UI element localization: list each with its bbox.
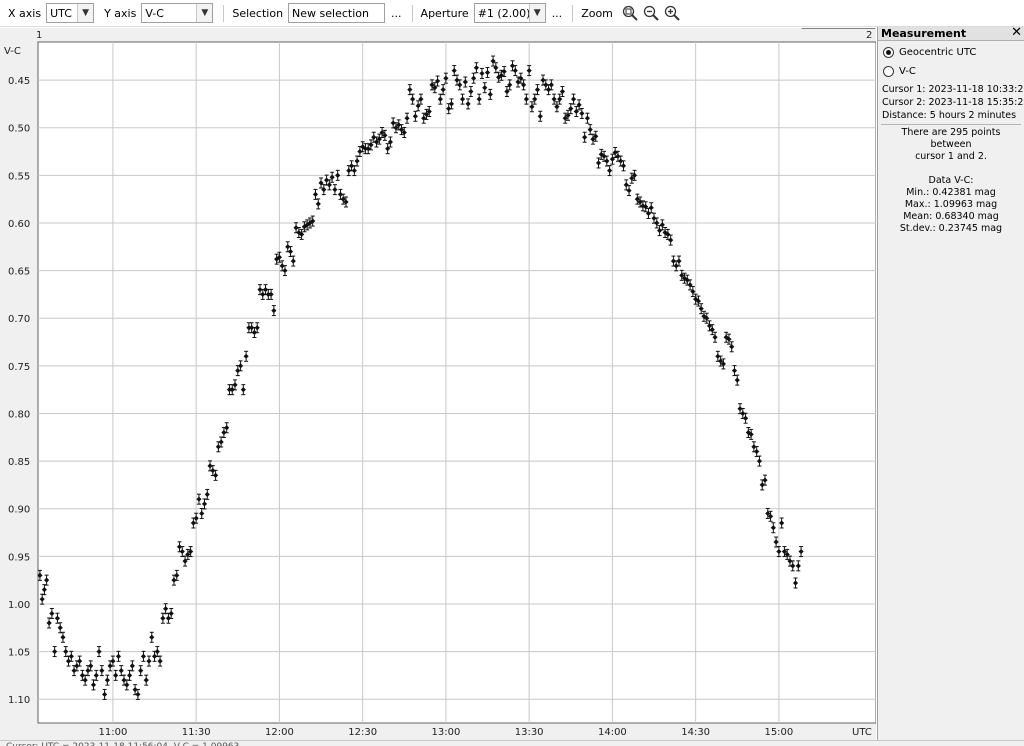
aperture-value: #1 (2.00) — [477, 7, 529, 20]
y-tick-label: 1.05 — [8, 648, 30, 659]
stat-mean: Mean: 0.68340 mag — [903, 211, 999, 222]
y-tick-label: 1.00 — [8, 600, 30, 611]
x-tick-label: 14:30 — [681, 727, 710, 738]
y-tick-label: 0.45 — [8, 76, 30, 87]
points-count-line-2: cursor 1 and 2. — [915, 151, 987, 162]
cursor-1-marker[interactable]: 1 — [36, 30, 42, 41]
y-tick-label: 0.70 — [8, 314, 30, 325]
selection-more-button[interactable]: ... — [391, 7, 402, 20]
radio-vc[interactable]: V-C — [878, 64, 1024, 79]
x-tick-label: 13:00 — [431, 727, 460, 738]
selection-field[interactable]: New selection — [288, 3, 386, 23]
x-tick-label: 14:00 — [598, 727, 627, 738]
toolbar: X axis UTC ▼ Y axis V-C ▼ Selection New … — [0, 0, 1024, 27]
light-curve-plot-area[interactable]: 0.45 0.50 0.55 0.60 0.65 0.70 0.75 0.80 0.85 0.90… — [0, 28, 876, 740]
y-axis-value: V-C — [145, 7, 164, 20]
y-tick-label: 0.65 — [8, 267, 30, 278]
zoom-out-icon[interactable] — [642, 4, 660, 22]
x-tick-label: 12:30 — [348, 727, 377, 738]
points-count-line-1: There are 295 points between — [901, 127, 1001, 150]
y-tick-label: 0.60 — [8, 219, 30, 230]
radio-vc-label: V-C — [899, 66, 916, 77]
y-tick-label: 1.10 — [8, 695, 30, 706]
cursor-2-info: Cursor 2: 2023-11-18 15:35:25 — [882, 97, 1024, 108]
status-bar: Cursor: UTC = 2023-11-18 11:56:04, V-C =… — [0, 740, 1024, 746]
plot-frame — [37, 41, 876, 724]
x-tick-label: 13:30 — [515, 727, 544, 738]
y-tick-label: 0.85 — [8, 457, 30, 468]
light-curve-chart[interactable]: 0.45 0.50 0.55 0.60 0.65 0.70 0.75 0.80 0.85 0.90… — [0, 28, 876, 740]
zoom-in-icon[interactable] — [663, 4, 681, 22]
y-axis-title: V-C — [4, 46, 21, 57]
y-axis-label: Y axis — [104, 6, 137, 20]
x-axis-value: UTC — [50, 7, 72, 20]
toolbar-separator — [223, 4, 225, 22]
chevron-down-icon[interactable]: ▼ — [77, 4, 94, 22]
radio-selected-icon[interactable] — [883, 47, 894, 58]
stat-max: Max.: 1.09963 mag — [904, 199, 998, 210]
x-tick-label: 11:00 — [99, 727, 128, 738]
chevron-down-icon[interactable]: ▼ — [528, 4, 545, 22]
selection-label: Selection — [232, 6, 284, 20]
radio-unselected-icon[interactable] — [883, 66, 894, 77]
y-axis-combo[interactable]: V-C ▼ — [141, 3, 214, 23]
cursor-1-info: Cursor 1: 2023-11-18 10:33:25 — [882, 84, 1024, 95]
x-tick-labels: 11:00 11:30 12:00 12:30 13:00 13:30 14:00 14:30… — [99, 727, 794, 738]
y-tick-label: 0.50 — [8, 124, 30, 135]
y-tick-labels: 0.45 0.50 0.55 0.60 0.65 0.70 0.75 0.80 0.85 0.90… — [8, 76, 30, 706]
x-axis-label: X axis — [8, 6, 42, 20]
x-tick-label: 12:00 — [265, 727, 294, 738]
zoom-fit-icon[interactable] — [621, 4, 639, 22]
y-tick-label: 0.80 — [8, 409, 30, 420]
aperture-combo[interactable]: #1 (2.00) ▼ — [473, 3, 546, 23]
toolbar-separator — [411, 4, 413, 22]
x-tick-label: 11:30 — [182, 727, 211, 738]
zoom-label: Zoom — [581, 6, 613, 20]
aperture-label: Aperture — [420, 6, 469, 20]
aperture-more-button[interactable]: ... — [552, 7, 563, 20]
radio-geocentric-label: Geocentric UTC — [899, 47, 977, 58]
y-tick-label: 0.95 — [8, 552, 30, 563]
stat-min: Min.: 0.42381 mag — [906, 187, 996, 198]
x-tick-label: 15:00 — [764, 727, 793, 738]
y-tick-label: 0.90 — [8, 505, 30, 516]
cursor-2-marker[interactable]: 2 — [866, 30, 872, 41]
toolbar-separator — [572, 4, 574, 22]
x-axis-title: UTC — [852, 727, 872, 738]
x-axis-combo[interactable]: UTC ▼ — [46, 3, 95, 23]
data-title: Data V-C: — [928, 175, 974, 186]
chevron-down-icon[interactable]: ▼ — [196, 4, 213, 22]
panel-divider — [881, 124, 1021, 125]
panel-header: Measurement ✕ — [878, 26, 1024, 41]
panel-title: Measurement — [881, 27, 967, 40]
y-tick-label: 0.75 — [8, 362, 30, 373]
distance-info: Distance: 5 hours 2 minutes — [882, 110, 1017, 121]
measurement-panel: Measurement ✕ Geocentric UTC V-C Cursor … — [877, 26, 1024, 740]
y-tick-label: 0.55 — [8, 171, 30, 182]
radio-geocentric-utc[interactable]: Geocentric UTC — [878, 45, 1024, 60]
stat-stdev: St.dev.: 0.23745 mag — [899, 223, 1003, 234]
close-icon[interactable]: ✕ — [1011, 26, 1022, 39]
